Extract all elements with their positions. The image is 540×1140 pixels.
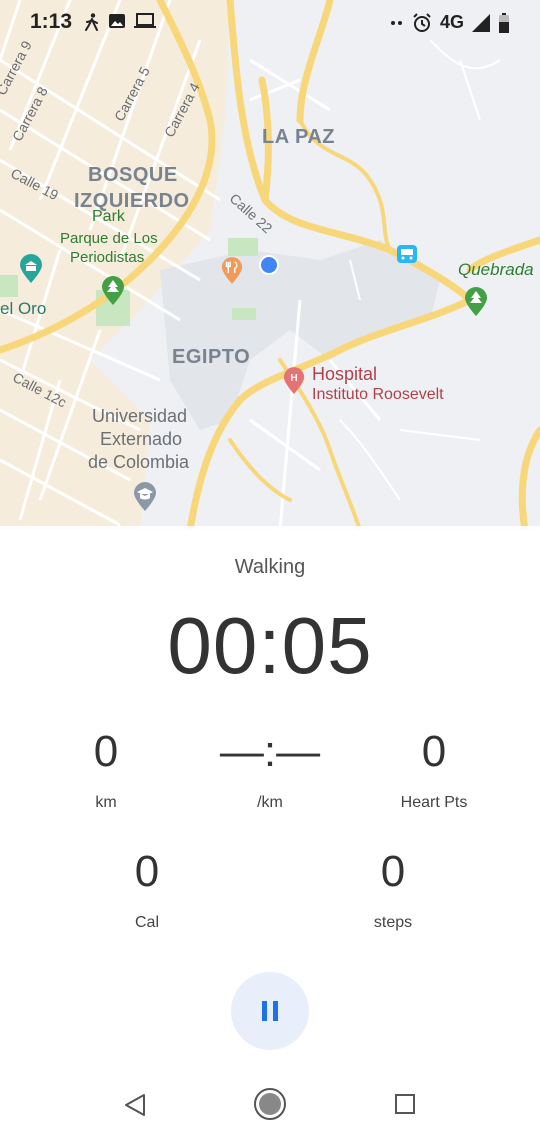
- image-icon: [109, 14, 125, 28]
- museum-pin-icon[interactable]: [18, 254, 44, 284]
- stat-distance-value: 0: [93, 727, 119, 776]
- stat-heart-pts: 0 Heart Pts: [354, 728, 514, 812]
- map-view[interactable]: 1:13 4G LA PAZ BOSQUE IZQUIERDO EGIPTO C…: [0, 0, 540, 530]
- bus-station-icon[interactable]: [396, 244, 418, 264]
- system-nav-bar: [0, 1070, 540, 1140]
- university-pin-icon[interactable]: [132, 482, 158, 512]
- park-pin-quebrada-icon[interactable]: [463, 287, 489, 317]
- label-hospital: Hospital: [312, 364, 378, 384]
- stat-calories: 0 Cal: [67, 848, 227, 932]
- signal-icon: [472, 13, 490, 32]
- back-icon[interactable]: [122, 1092, 148, 1118]
- stat-calories-label: Cal: [134, 914, 159, 931]
- current-location-icon: [259, 255, 279, 275]
- label-hospital-name: Instituto Roosevelt: [312, 386, 444, 403]
- hospital-pin-icon[interactable]: H: [282, 366, 306, 396]
- battery-icon: [499, 12, 509, 33]
- label-university-line3: de Colombia: [88, 452, 190, 472]
- label-park: Park: [92, 208, 125, 225]
- label-parque-line1: Parque de Los: [60, 230, 158, 247]
- park-pin-icon[interactable]: [100, 276, 126, 306]
- stat-distance-label: km: [95, 794, 117, 811]
- pause-icon: [262, 1001, 278, 1021]
- label-university-line2: Externado: [100, 429, 183, 449]
- status-right-icons: 4G: [390, 12, 510, 33]
- stat-pace: —:— /km: [190, 728, 350, 812]
- stat-pace-label: /km: [257, 794, 283, 811]
- walking-icon: [85, 13, 98, 31]
- label-parque-line2: Periodistas: [70, 249, 145, 266]
- restaurant-pin-icon[interactable]: [220, 256, 244, 286]
- stat-heart-pts-label: Heart Pts: [400, 794, 468, 811]
- activity-type: Walking: [234, 556, 306, 578]
- laptop-icon: [134, 13, 156, 28]
- neighborhood-egipto: EGIPTO: [172, 346, 251, 368]
- stat-distance: 0 km: [26, 728, 186, 812]
- neighborhood-la-paz: LA PAZ: [262, 126, 335, 148]
- label-quebrada: Quebrada: [458, 260, 534, 279]
- label-el-oro: el Oro: [0, 299, 47, 318]
- label-university-line1: Universidad: [92, 406, 188, 426]
- stat-steps-value: 0: [380, 847, 406, 896]
- alarm-icon: [413, 12, 431, 32]
- stat-steps: 0 steps: [313, 848, 473, 932]
- neighborhood-bosque: BOSQUE: [88, 164, 178, 186]
- network-type: 4G: [439, 12, 464, 32]
- recents-icon[interactable]: [394, 1093, 416, 1115]
- status-bar: 1:13 4G: [0, 0, 540, 44]
- stat-steps-label: steps: [373, 914, 413, 931]
- home-icon[interactable]: [252, 1086, 288, 1122]
- svg-text:H: H: [290, 373, 297, 384]
- status-left-icons: [84, 13, 156, 31]
- stat-pace-value: —:—: [219, 727, 321, 776]
- stat-calories-value: 0: [134, 847, 160, 896]
- stat-heart-pts-value: 0: [421, 727, 447, 776]
- dots-icon: [390, 20, 402, 25]
- pause-button[interactable]: [231, 972, 309, 1050]
- elapsed-timer: 00:05: [167, 601, 373, 690]
- status-time: 1:13: [30, 10, 73, 33]
